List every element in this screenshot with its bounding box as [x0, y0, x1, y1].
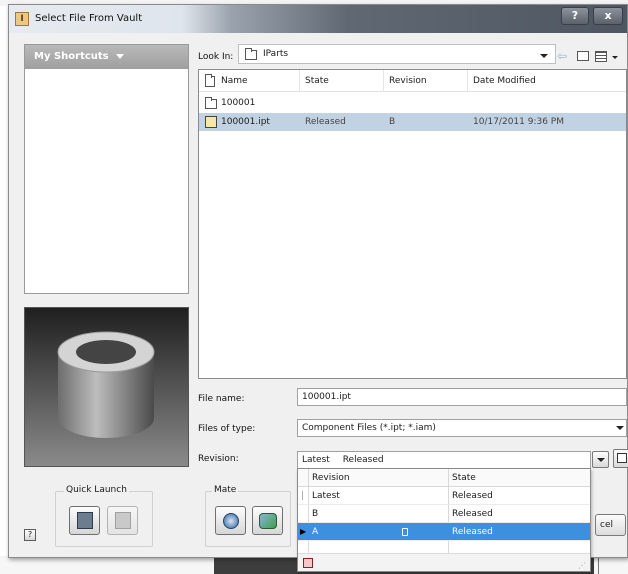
revision-state: Released — [452, 491, 493, 501]
part-preview-image — [25, 308, 188, 466]
revision-state: Released — [452, 509, 493, 519]
revision-row[interactable]: | Latest Released — [298, 487, 590, 505]
table-icon — [617, 453, 627, 463]
window-title: Select File From Vault — [35, 13, 143, 24]
revision-row[interactable]: B Released — [298, 505, 590, 523]
revision-value-state: Released — [342, 455, 384, 465]
revision-value: B — [312, 509, 319, 519]
resize-grip-icon[interactable]: ⋰ — [578, 561, 586, 570]
revision-table-button[interactable] — [613, 449, 628, 468]
quick-launch-label: Quick Launch — [64, 485, 129, 495]
revision-grid-footer: ⋰ — [298, 553, 590, 571]
revision-dropdown-grid[interactable]: Revision State | Latest Released B Relea… — [297, 468, 591, 572]
files-of-type-value: Component Files (*.ipt; *.iam) — [302, 423, 436, 433]
back-arrow-icon[interactable]: ⇦ — [557, 49, 567, 63]
column-revision[interactable]: Revision — [389, 76, 427, 86]
row-marker: | — [301, 491, 305, 501]
shortcuts-panel[interactable]: My Shortcuts — [24, 44, 189, 294]
look-in-value: IParts — [263, 49, 289, 59]
file-date-modified: 10/17/2011 9:36 PM — [473, 117, 564, 127]
new-folder-icon[interactable] — [577, 51, 589, 61]
open-document-icon — [77, 512, 93, 529]
row-pointer-icon: ▶ — [300, 527, 307, 536]
column-divider — [299, 70, 300, 92]
help-button[interactable]: ? — [561, 7, 589, 25]
column-divider — [467, 70, 468, 92]
revision-grid-column-state[interactable]: State — [452, 473, 476, 483]
column-state[interactable]: State — [305, 76, 329, 86]
mate-label: Mate — [212, 485, 239, 495]
chevron-down-icon — [597, 458, 605, 462]
file-list[interactable]: Name State Revision Date Modified 100001… — [198, 69, 627, 379]
file-name: 100001 — [221, 98, 256, 108]
place-component-icon — [115, 512, 131, 529]
mouse-cursor-icon — [402, 528, 408, 536]
files-of-type-label: Files of type: — [198, 424, 256, 434]
column-divider — [383, 70, 384, 92]
revision-value: A — [312, 527, 319, 537]
quick-launch-group: Quick Launch — [55, 485, 153, 547]
look-in-label: Look In: — [198, 52, 234, 62]
file-revision: B — [389, 117, 396, 127]
close-button[interactable]: x — [593, 7, 623, 25]
revision-dropdown-button[interactable] — [592, 451, 609, 468]
revision-combo[interactable]: Latest Released — [297, 451, 591, 469]
quick-launch-place-button[interactable] — [107, 506, 138, 535]
file-row-selected[interactable]: 100001.ipt Released B 10/17/2011 9:36 PM — [199, 113, 626, 131]
view-dropdown-icon[interactable] — [612, 56, 618, 59]
revision-row-selected[interactable]: ▶ A Released — [298, 523, 590, 541]
file-state: Released — [305, 117, 346, 127]
revision-grid-header: Revision State — [298, 469, 590, 487]
file-name-label: File name: — [198, 394, 245, 404]
column-name[interactable]: Name — [221, 76, 248, 86]
mate-button-2[interactable] — [252, 506, 283, 535]
look-in-dropdown-icon[interactable] — [540, 54, 548, 58]
close-grid-icon[interactable] — [303, 558, 313, 568]
revision-value: Latest — [312, 491, 340, 501]
look-in-combo[interactable]: IParts — [238, 44, 556, 64]
view-menu-icon[interactable] — [595, 51, 607, 62]
cancel-button[interactable]: cel — [595, 514, 626, 536]
mate-flush-icon — [259, 513, 277, 529]
document-icon — [205, 74, 215, 87]
background-divider — [598, 556, 599, 574]
column-date-modified[interactable]: Date Modified — [473, 76, 536, 86]
file-list-header: Name State Revision Date Modified — [199, 70, 626, 92]
mate-group: Mate — [205, 485, 291, 547]
file-name: 100001.ipt — [221, 117, 270, 127]
revision-label: Revision: — [198, 454, 239, 464]
file-preview — [24, 307, 189, 467]
quick-launch-open-button[interactable] — [69, 506, 100, 535]
folder-icon — [205, 97, 217, 109]
revision-value-rev: Latest — [302, 455, 330, 465]
part-file-icon — [205, 116, 217, 128]
select-file-dialog: I Select File From Vault ? x My Shortcut… — [8, 4, 628, 572]
file-row-folder[interactable]: 100001 — [199, 94, 626, 112]
shortcuts-header[interactable]: My Shortcuts — [25, 45, 188, 69]
revision-grid-column-revision[interactable]: Revision — [312, 473, 350, 483]
triangle-down-icon — [116, 53, 125, 59]
mate-button-1[interactable] — [215, 506, 246, 535]
shortcuts-header-label: My Shortcuts — [34, 51, 109, 62]
folder-icon — [245, 48, 257, 60]
files-of-type-combo[interactable]: Component Files (*.ipt; *.iam) — [297, 419, 627, 437]
file-name-field[interactable]: 100001.ipt — [297, 388, 627, 406]
chevron-down-icon[interactable] — [616, 426, 624, 430]
cancel-button-label: cel — [600, 520, 613, 530]
title-bar[interactable]: I Select File From Vault ? x — [9, 5, 627, 33]
mate-constraint-icon — [223, 513, 239, 529]
help-icon[interactable]: ? — [24, 529, 36, 541]
revision-state: Released — [452, 527, 493, 537]
inventor-app-icon: I — [15, 12, 29, 26]
